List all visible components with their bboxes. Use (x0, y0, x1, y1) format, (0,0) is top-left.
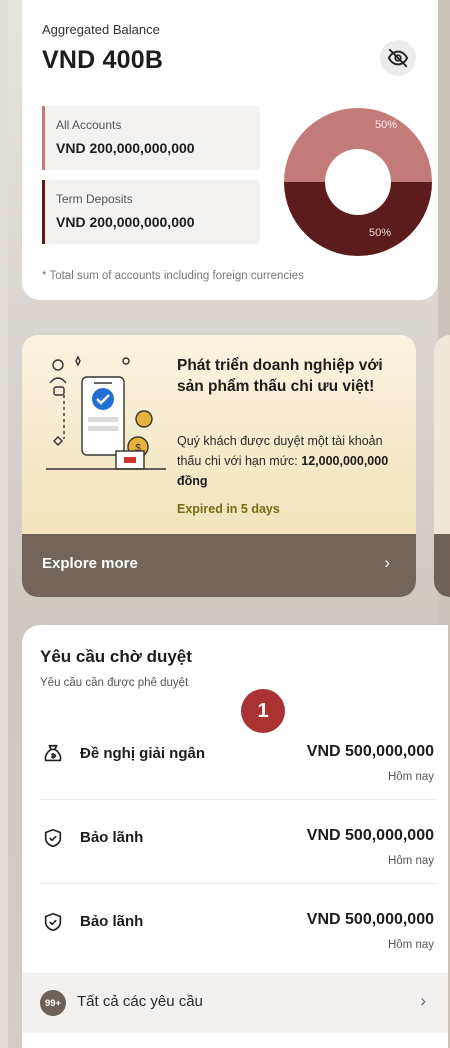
donut-segment-all-accounts (284, 108, 432, 182)
pending-requests-title: Yêu cầu chờ duyệt (40, 647, 192, 666)
request-row[interactable]: Bảo lãnh VND 500,000,000 Hôm nay (22, 817, 448, 903)
phone-approval-illustration: $ (46, 355, 166, 470)
balance-amount: VND 400B (42, 46, 164, 74)
balance-card: Aggregated Balance VND 400B All Accounts… (22, 0, 438, 300)
all-requests-label: Tất cả các yêu cầu (77, 993, 203, 1010)
all-accounts-box[interactable]: All Accounts VND 200,000,000,000 (42, 106, 260, 170)
next-promo-footer (434, 534, 450, 597)
next-promo-card-peek[interactable] (434, 335, 450, 597)
promo-title: Phát triển doanh nghiệp với sản phẩm thấ… (177, 357, 383, 395)
all-accounts-label: All Accounts (56, 118, 122, 132)
request-name: Bảo lãnh (80, 913, 144, 930)
chevron-right-icon: › (384, 553, 390, 572)
donut-label-term-deposits: 50% (369, 227, 391, 239)
money-bag-icon (44, 744, 62, 762)
explore-more-label: Explore more (42, 555, 138, 572)
background-frame-left (0, 0, 8, 1048)
request-name: Đề nghị giải ngân (80, 745, 206, 762)
balance-label: Aggregated Balance (42, 22, 160, 37)
balance-note: * Total sum of accounts including foreig… (42, 270, 304, 282)
term-deposits-value: VND 200,000,000,000 (56, 214, 195, 230)
request-amount: VND 500,000,000 (306, 743, 434, 760)
pending-requests-subtitle: Yêu cầu cần được phê duyệt (40, 677, 189, 689)
all-accounts-value: VND 200,000,000,000 (56, 140, 195, 156)
request-date: Hôm nay (387, 855, 434, 867)
promo-card[interactable]: $ Phát triển doanh nghiệp với sản phẩm t… (22, 335, 416, 597)
all-requests-button[interactable]: 99+ Tất cả các yêu cầu › (22, 973, 448, 1033)
row-divider (40, 883, 436, 884)
eye-slash-icon (387, 48, 409, 68)
shield-check-icon (44, 912, 62, 932)
pending-requests-card: Yêu cầu chờ duyệt Yêu cầu cần được phê d… (22, 625, 448, 1048)
donut-label-all-accounts: 50% (375, 119, 397, 131)
term-deposits-box[interactable]: Term Deposits VND 200,000,000,000 (42, 180, 260, 244)
request-row[interactable]: Đề nghị giải ngân VND 500,000,000 Hôm na… (22, 733, 448, 819)
shield-check-icon (44, 828, 62, 848)
request-amount: VND 500,000,000 (306, 911, 434, 928)
request-name: Bảo lãnh (80, 829, 144, 846)
promo-expiry: Expired in 5 days (177, 502, 280, 516)
request-amount: VND 500,000,000 (306, 827, 434, 844)
promo-description: Quý khách được duyệt một tài khoản thấu … (177, 431, 407, 491)
term-deposits-color-bar (42, 180, 45, 244)
hide-balance-button[interactable] (380, 40, 416, 76)
step-marker-badge: 1 (241, 689, 285, 733)
row-divider (40, 799, 436, 800)
balance-donut-chart: 50% 50% (284, 108, 432, 256)
request-count-badge: 99+ (40, 990, 66, 1016)
chevron-right-icon: › (420, 991, 426, 1010)
term-deposits-label: Term Deposits (56, 192, 133, 206)
donut-segment-term-deposits (284, 182, 432, 256)
request-date: Hôm nay (387, 771, 434, 783)
request-date: Hôm nay (387, 939, 434, 951)
all-accounts-color-bar (42, 106, 45, 170)
